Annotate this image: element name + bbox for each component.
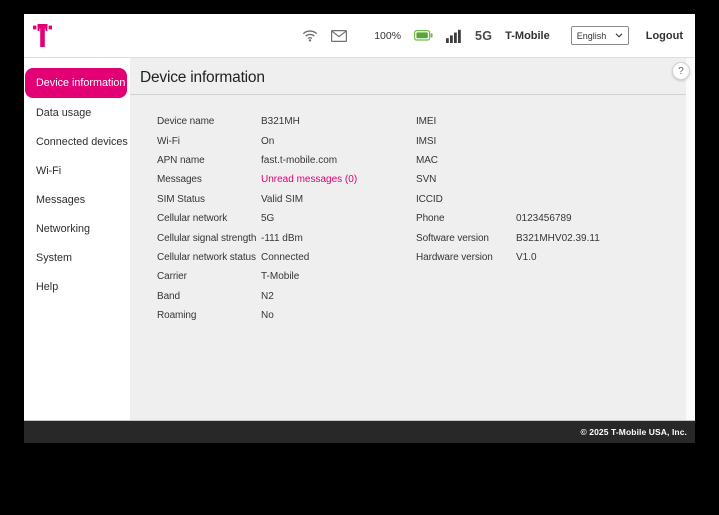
scrollbar-track[interactable] (686, 58, 695, 420)
info-value: T-Mobile (261, 271, 300, 283)
sidebar-item-help[interactable]: Help (24, 272, 130, 301)
page-title: Device information (140, 69, 265, 86)
copyright-text: © 2025 T-Mobile USA, Inc. (580, 427, 687, 437)
info-row: Wi-Fi On (157, 131, 416, 150)
info-label: SIM Status (157, 193, 205, 205)
chevron-down-icon (615, 33, 623, 38)
info-label: Messages (157, 174, 202, 186)
sidebar-item-connected-devices[interactable]: Connected devices (24, 127, 130, 156)
unread-messages-link[interactable]: Unread messages (0) (261, 174, 357, 185)
info-row: Cellular network 5G (157, 209, 416, 228)
signal-bars-icon (446, 29, 461, 43)
sidebar-item-device-information[interactable]: Device information (25, 68, 127, 98)
help-button[interactable]: ? (672, 62, 690, 80)
info-label: APN name (157, 154, 205, 166)
info-row: Device name B321MH (157, 112, 416, 131)
info-label: SVN (416, 174, 437, 186)
info-row: Band N2 (157, 287, 416, 306)
info-label: Wi-Fi (157, 135, 180, 147)
info-label: MAC (416, 154, 438, 166)
sidebar-item-networking[interactable]: Networking (24, 214, 130, 243)
info-label: Cellular network (157, 213, 228, 225)
network-type-badge: 5G (475, 28, 493, 43)
info-label: Cellular network status (157, 251, 256, 263)
info-value: 5G (261, 213, 275, 225)
top-bar: 100% 5G T-Mobile English Logout (24, 14, 695, 58)
info-row: Messages Unread messages (0) (157, 170, 416, 189)
sidebar-nav: Device information Data usage Connected … (24, 58, 130, 420)
info-label: Carrier (157, 271, 187, 283)
info-label: ICCID (416, 193, 443, 205)
info-row: Hardware version V1.0 (416, 248, 686, 267)
wifi-icon (303, 30, 318, 42)
info-label: Cellular signal strength (157, 232, 257, 244)
language-selected-value: English (576, 30, 607, 41)
sidebar-item-messages[interactable]: Messages (24, 185, 130, 214)
info-value: B321MHV02.39.11 (516, 232, 600, 244)
battery-icon (414, 30, 433, 41)
info-row: IMSI (416, 131, 686, 150)
info-value: B321MH (261, 116, 300, 128)
info-row: SVN (416, 170, 686, 189)
info-column-right: IMEI IMSI MAC SVN ICCID Phone 0123456789… (416, 112, 686, 325)
info-row: APN name fast.t-mobile.com (157, 151, 416, 170)
language-select[interactable]: English (570, 26, 629, 45)
app-window: 100% 5G T-Mobile English Logout Device i… (24, 14, 695, 443)
info-row: SIM Status Valid SIM (157, 190, 416, 209)
sidebar-item-wifi[interactable]: Wi-Fi (24, 156, 130, 185)
info-label: Hardware version (416, 251, 493, 263)
info-value: Connected (261, 251, 310, 263)
info-column-left: Device name B321MH Wi-Fi On APN name fas… (157, 112, 416, 325)
info-label: Device name (157, 116, 215, 128)
info-label: Band (157, 290, 180, 302)
info-value: No (261, 310, 274, 322)
envelope-icon[interactable] (331, 29, 348, 42)
carrier-name: T-Mobile (505, 29, 550, 42)
info-label: Software version (416, 232, 489, 244)
status-cluster: 100% 5G T-Mobile English Logout (302, 26, 683, 45)
info-value: V1.0 (516, 251, 537, 263)
main-panel: Device information Device name B321MH Wi… (130, 58, 686, 420)
info-value: 0123456789 (516, 213, 572, 225)
info-label: Roaming (157, 310, 197, 322)
info-row: ICCID (416, 190, 686, 209)
main-header: Device information (130, 58, 686, 95)
info-label: IMEI (416, 116, 437, 128)
info-row: Software version B321MHV02.39.11 (416, 228, 686, 247)
device-info-content: Device name B321MH Wi-Fi On APN name fas… (130, 95, 686, 325)
info-row: IMEI (416, 112, 686, 131)
info-value: N2 (261, 290, 274, 302)
t-mobile-logo-icon (33, 24, 52, 47)
info-row: Cellular signal strength -111 dBm (157, 228, 416, 247)
info-row: Roaming No (157, 306, 416, 325)
info-row: Cellular network status Connected (157, 248, 416, 267)
info-row: MAC (416, 151, 686, 170)
logout-button[interactable]: Logout (646, 30, 683, 42)
sidebar-item-data-usage[interactable]: Data usage (24, 98, 130, 127)
footer-bar: © 2025 T-Mobile USA, Inc. (24, 420, 695, 443)
info-value: fast.t-mobile.com (261, 154, 338, 166)
info-value: Valid SIM (261, 193, 304, 205)
info-value: -111 dBm (261, 232, 303, 244)
page-body: Device information Data usage Connected … (24, 58, 695, 420)
info-value: On (261, 135, 275, 147)
info-label: Phone (416, 213, 445, 225)
info-label: IMSI (416, 135, 437, 147)
info-row: Phone 0123456789 (416, 209, 686, 228)
battery-percent: 100% (374, 29, 402, 42)
sidebar-item-system[interactable]: System (24, 243, 130, 272)
info-row: Carrier T-Mobile (157, 267, 416, 286)
